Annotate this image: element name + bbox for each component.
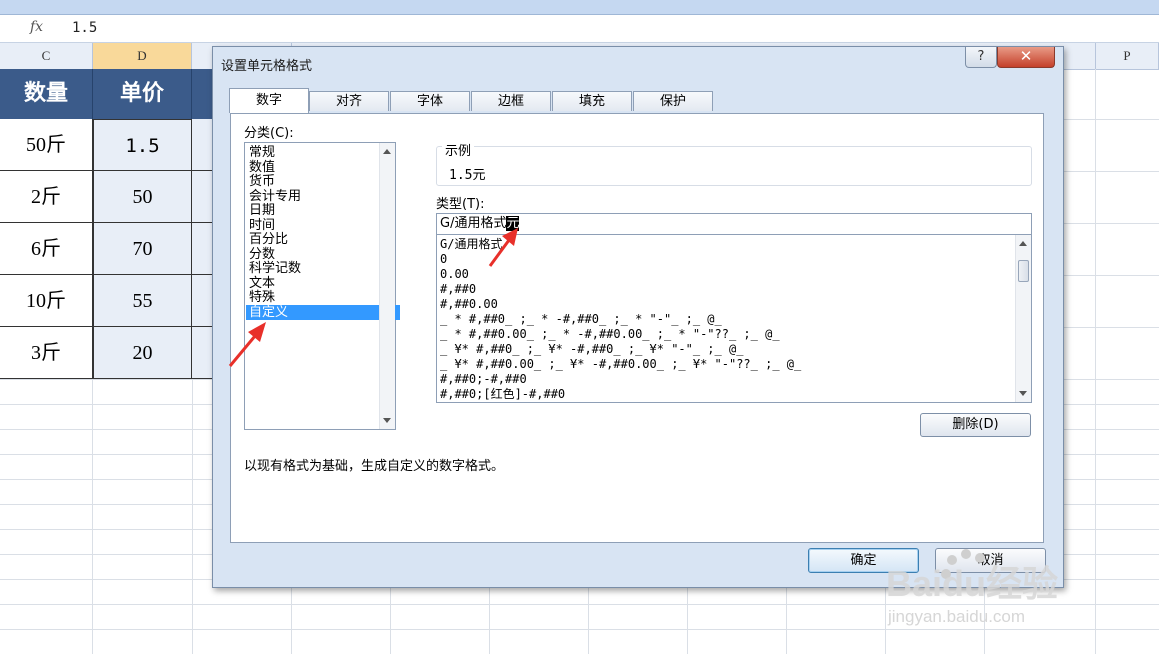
table-cell[interactable]: 55 — [93, 275, 192, 327]
column-header[interactable] — [1064, 43, 1096, 69]
formula-bar: fx 1.5 — [0, 15, 1159, 43]
table-cell[interactable]: 6斤 — [0, 223, 93, 275]
category-item[interactable]: 日期 — [249, 203, 275, 218]
category-item[interactable]: 常规 — [249, 145, 275, 160]
formula-input[interactable]: 1.5 — [72, 20, 97, 36]
format-item[interactable]: #,##0.00 — [440, 297, 498, 312]
table-cell[interactable]: 3斤 — [0, 327, 93, 379]
tab-border[interactable]: 边框 — [471, 91, 551, 111]
table-cell[interactable]: 10斤 — [0, 275, 93, 327]
category-label: 分类(C): — [244, 126, 294, 141]
table-cell — [192, 119, 214, 171]
table-cell — [192, 171, 214, 223]
category-item[interactable]: 数值 — [249, 160, 275, 175]
table-cell[interactable]: 50 — [93, 171, 192, 223]
category-item[interactable]: 分数 — [249, 247, 275, 262]
baidu-watermark-icon: Baidu经验 jingyan.baidu.com — [886, 549, 1058, 626]
format-item[interactable]: 0.00 — [440, 267, 469, 282]
category-item[interactable]: 科学记数 — [249, 261, 301, 276]
scroll-up-icon[interactable] — [383, 149, 391, 154]
format-item[interactable]: _ * #,##0_ ;_ * -#,##0_ ;_ * "-"_ ;_ @_ — [440, 312, 722, 327]
dialog-title: 设置单元格格式 — [221, 59, 313, 74]
type-label: 类型(T): — [436, 197, 485, 212]
column-header-c[interactable]: C — [0, 43, 93, 69]
column-header-d[interactable]: D — [93, 43, 192, 69]
category-item[interactable]: 时间 — [249, 218, 275, 233]
format-item[interactable]: 0 — [440, 252, 447, 267]
sample-box — [436, 146, 1032, 186]
category-item[interactable]: 货币 — [249, 174, 275, 189]
close-button[interactable]: ✕ — [997, 47, 1055, 68]
category-item[interactable]: 文本 — [249, 276, 275, 291]
custom-format-description: 以现有格式为基础，生成自定义的数字格式。 — [244, 459, 505, 474]
header-cell-quantity[interactable]: 数量 — [0, 69, 93, 119]
table-cell — [192, 327, 214, 379]
table-cell[interactable]: 50斤 — [0, 119, 93, 171]
scroll-down-icon[interactable] — [1019, 391, 1027, 396]
format-scrollbar[interactable] — [1015, 235, 1031, 402]
table-cell[interactable]: 20 — [93, 327, 192, 379]
watermark-brand: Baidu经验 — [886, 563, 1058, 604]
sample-value: 1.5元 — [449, 168, 486, 183]
ribbon-edge — [0, 0, 1159, 15]
format-item[interactable]: _ * #,##0.00_ ;_ * -#,##0.00_ ;_ * "-"??… — [440, 327, 780, 342]
tab-font[interactable]: 字体 — [390, 91, 470, 111]
scroll-up-icon[interactable] — [1019, 241, 1027, 246]
format-item[interactable]: #,##0;-#,##0 — [440, 372, 527, 387]
table-cell-active[interactable]: 1.5 — [93, 119, 192, 171]
category-item[interactable]: 会计专用 — [249, 189, 301, 204]
category-scrollbar[interactable] — [379, 143, 395, 429]
format-cells-dialog: 设置单元格格式 ? ✕ 数字 对齐 字体 边框 填充 保护 分类(C): 常规 … — [212, 46, 1064, 588]
tab-alignment[interactable]: 对齐 — [309, 91, 389, 111]
category-item[interactable]: 百分比 — [249, 232, 288, 247]
table-cell[interactable]: 70 — [93, 223, 192, 275]
table-cell[interactable]: 2斤 — [0, 171, 93, 223]
sample-label: 示例 — [442, 140, 475, 159]
number-tab-panel: 分类(C): 常规 数值 货币 会计专用 日期 时间 百分比 分数 科学记数 文… — [230, 113, 1044, 543]
table-cell — [192, 223, 214, 275]
category-list[interactable]: 常规 数值 货币 会计专用 日期 时间 百分比 分数 科学记数 文本 特殊 自定… — [244, 142, 400, 430]
watermark-url: jingyan.baidu.com — [887, 607, 1025, 626]
column-header-p[interactable]: P — [1096, 43, 1159, 69]
tab-number[interactable]: 数字 — [229, 88, 309, 113]
format-item[interactable]: _ ¥* #,##0_ ;_ ¥* -#,##0_ ;_ ¥* "-"_ ;_ … — [440, 342, 743, 357]
annotation-arrow-icon — [228, 322, 266, 367]
tab-fill[interactable]: 填充 — [552, 91, 632, 111]
format-item[interactable]: #,##0 — [440, 282, 476, 297]
scroll-down-icon[interactable] — [383, 418, 391, 423]
tab-protection[interactable]: 保护 — [633, 91, 713, 111]
format-item[interactable]: #,##0;[红色]-#,##0 — [440, 387, 565, 402]
delete-button[interactable]: 删除(D) — [920, 413, 1031, 437]
table-cell — [192, 275, 214, 327]
help-button[interactable]: ? — [965, 47, 997, 68]
annotation-arrow-icon — [488, 228, 518, 267]
category-item[interactable]: 特殊 — [249, 290, 275, 305]
fx-icon[interactable]: fx — [30, 19, 60, 39]
header-cell-unit-price[interactable]: 单价 — [93, 69, 192, 119]
scroll-thumb[interactable] — [1018, 260, 1029, 282]
format-item[interactable]: _ ¥* #,##0.00_ ;_ ¥* -#,##0.00_ ;_ ¥* "-… — [440, 357, 801, 372]
